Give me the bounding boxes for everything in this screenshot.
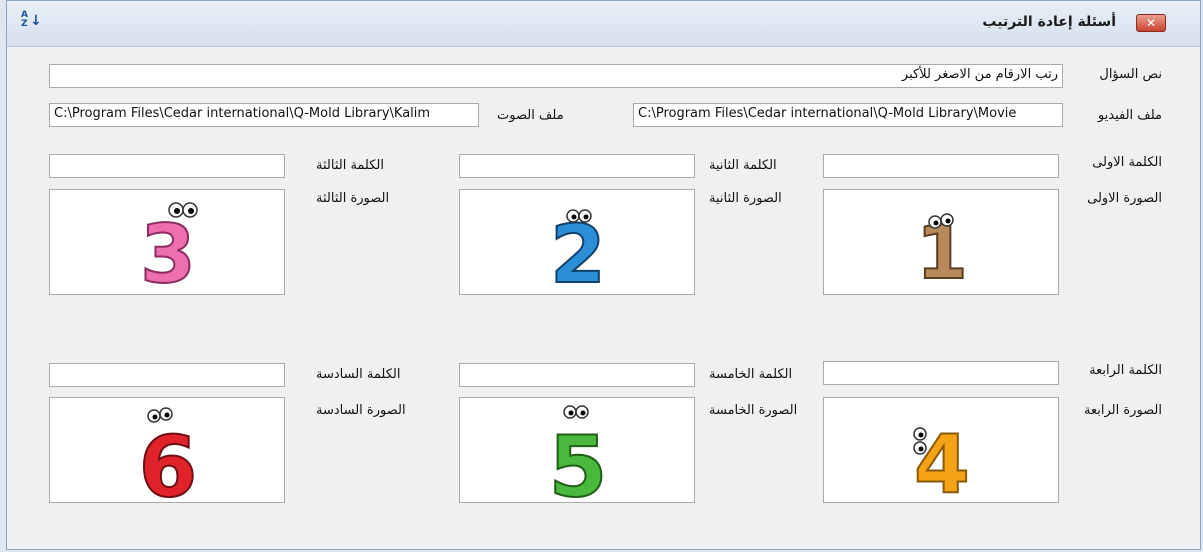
window-title: أسئلة إعادة الترتيب [982, 14, 1116, 30]
svg-text:5: 5 [549, 418, 607, 504]
word-4-input[interactable] [823, 361, 1059, 385]
svg-text:2: 2 [550, 208, 606, 296]
word-2-input[interactable] [459, 154, 695, 178]
word-6-label: الكلمة السادسة [316, 367, 401, 382]
image-2-box[interactable]: 2 [459, 189, 695, 296]
word-5-label: الكلمة الخامسة [709, 367, 793, 382]
image-1-box[interactable]: 1 [823, 189, 1059, 296]
question-text-input[interactable]: رتب الارقام من الاصغر للأكبر [49, 64, 1063, 88]
word-6-input[interactable] [49, 363, 285, 387]
number-1-cartoon-icon: 1 [915, 209, 969, 296]
image-6-label: الصورة السادسة [316, 403, 406, 418]
audio-file-input[interactable]: C:\Program Files\Cedar international\Q-M… [49, 103, 479, 127]
svg-text:3: 3 [140, 208, 196, 296]
number-5-cartoon-icon: 5 [548, 405, 608, 504]
number-3-cartoon-icon: 3 [139, 202, 198, 296]
image-4-box[interactable]: 4 [823, 397, 1059, 504]
image-6-box[interactable]: 6 [49, 397, 285, 504]
close-button[interactable]: ✕ [1136, 14, 1166, 32]
close-x-icon: ✕ [1145, 16, 1157, 30]
word-1-input[interactable] [823, 154, 1059, 178]
title-bar: A Z ↓ ✕ أسئلة إعادة الترتيب [7, 1, 1200, 47]
image-3-box[interactable]: 3 [49, 189, 285, 296]
sort-az-icon[interactable]: A Z ↓ [21, 11, 42, 33]
word-5-input[interactable] [459, 363, 695, 387]
image-4-label: الصورة الرابعة [1084, 403, 1162, 418]
number-4-cartoon-icon: 4 [913, 417, 971, 504]
video-file-input[interactable]: C:\Program Files\Cedar international\Q-M… [633, 103, 1063, 127]
image-2-label: الصورة الثانية [709, 191, 782, 206]
number-2-cartoon-icon: 2 [549, 207, 607, 296]
image-5-box[interactable]: 5 [459, 397, 695, 504]
image-3-label: الصورة الثالثة [316, 191, 390, 206]
image-1-label: الصورة الاولى [1087, 191, 1162, 206]
video-file-label: ملف الفيديو [1097, 108, 1162, 123]
word-2-label: الكلمة الثانية [709, 158, 777, 173]
audio-file-label: ملف الصوت [497, 108, 564, 123]
reorder-questions-window: A Z ↓ ✕ أسئلة إعادة الترتيب نص السؤال رتب … [6, 0, 1201, 550]
image-5-label: الصورة الخامسة [709, 403, 798, 418]
number-6-cartoon-icon: 6 [138, 407, 198, 504]
word-3-label: الكلمة الثالثة [316, 158, 384, 173]
question-label: نص السؤال [1099, 67, 1162, 82]
word-4-label: الكلمة الرابعة [1089, 363, 1162, 378]
word-1-label: الكلمة الاولى [1092, 155, 1162, 170]
word-3-input[interactable] [49, 154, 285, 178]
svg-text:6: 6 [139, 418, 197, 504]
